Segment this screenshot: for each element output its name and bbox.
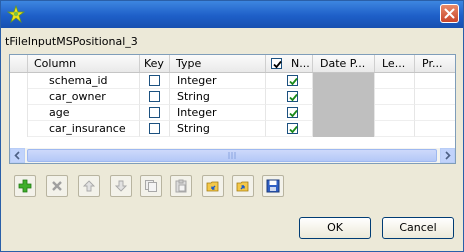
header-date-pattern[interactable]: Date P... (313, 55, 375, 72)
cell-column[interactable]: schema_id (28, 73, 140, 89)
move-up-button[interactable] (78, 175, 100, 197)
header-type[interactable]: Type (170, 55, 266, 72)
cell-length[interactable] (375, 105, 415, 121)
row-marker (10, 89, 28, 105)
paste-icon (175, 179, 187, 193)
close-icon (444, 8, 455, 19)
cell-nullable[interactable] (266, 89, 313, 105)
cell-length[interactable] (375, 121, 415, 137)
cell-precision[interactable] (415, 121, 455, 137)
move-up-icon (82, 180, 96, 192)
save-button[interactable] (262, 175, 284, 197)
header-nullable-checkbox[interactable] (271, 58, 282, 69)
key-checkbox[interactable] (149, 123, 160, 134)
cell-precision[interactable] (415, 89, 455, 105)
chevron-left-icon (14, 151, 20, 160)
cell-type[interactable]: Integer (170, 73, 266, 89)
header-nullable[interactable]: N... (266, 55, 313, 72)
copy-button[interactable] (140, 175, 162, 197)
cell-precision[interactable] (415, 73, 455, 89)
header-column[interactable]: Column (28, 55, 140, 72)
nullable-checkbox[interactable] (287, 75, 298, 86)
table-header: Column Key Type N... Date P... Le... Pr.… (10, 55, 455, 73)
add-icon (18, 179, 32, 193)
cell-key[interactable] (140, 105, 170, 121)
cell-date-pattern (313, 89, 375, 105)
cell-type[interactable]: String (170, 89, 266, 105)
cell-precision[interactable] (415, 105, 455, 121)
scroll-left-button[interactable] (10, 148, 25, 163)
export-schema-icon (236, 181, 249, 192)
cell-type[interactable]: String (170, 121, 266, 137)
table-row[interactable]: age Integer (10, 105, 455, 121)
ok-button[interactable]: OK (299, 217, 371, 239)
dialog-window: tFileInputMSPositional_3 Column Key Type… (0, 0, 464, 252)
paste-button[interactable] (170, 175, 192, 197)
save-icon (266, 179, 280, 193)
cell-key[interactable] (140, 121, 170, 137)
import-schema-icon (206, 181, 219, 192)
cell-nullable[interactable] (266, 121, 313, 137)
import-schema-button[interactable] (202, 175, 224, 197)
cell-date-pattern (313, 105, 375, 121)
row-marker (10, 105, 28, 121)
nullable-checkbox[interactable] (287, 107, 298, 118)
cell-key[interactable] (140, 73, 170, 89)
cell-type[interactable]: Integer (170, 105, 266, 121)
grip-icon (228, 152, 236, 159)
header-length[interactable]: Le... (375, 55, 415, 72)
cancel-button[interactable]: Cancel (382, 217, 454, 239)
header-precision[interactable]: Pr... (415, 55, 455, 72)
key-checkbox[interactable] (149, 107, 160, 118)
component-title: tFileInputMSPositional_3 (5, 35, 138, 48)
cell-nullable[interactable] (266, 73, 313, 89)
header-row-marker (10, 55, 28, 72)
cell-date-pattern (313, 73, 375, 89)
row-marker (10, 73, 28, 89)
row-marker (10, 121, 28, 137)
close-button[interactable] (440, 4, 459, 23)
move-down-icon (114, 180, 128, 192)
scroll-right-button[interactable] (440, 148, 455, 163)
table-row[interactable]: schema_id Integer (10, 73, 455, 89)
cell-nullable[interactable] (266, 105, 313, 121)
cell-key[interactable] (140, 89, 170, 105)
remove-button[interactable] (46, 175, 68, 197)
header-nullable-label: N... (291, 57, 310, 70)
remove-icon (52, 181, 62, 191)
schema-table[interactable]: Column Key Type N... Date P... Le... Pr.… (9, 54, 456, 164)
cell-column[interactable]: car_insurance (28, 121, 140, 137)
copy-icon (145, 180, 157, 192)
key-checkbox[interactable] (149, 75, 160, 86)
title-bar[interactable] (1, 1, 463, 28)
cell-length[interactable] (375, 89, 415, 105)
cell-length[interactable] (375, 73, 415, 89)
cell-column[interactable]: car_owner (28, 89, 140, 105)
key-checkbox[interactable] (149, 91, 160, 102)
chevron-right-icon (445, 151, 451, 160)
cell-date-pattern (313, 121, 375, 137)
horizontal-scrollbar[interactable] (10, 148, 455, 163)
nullable-checkbox[interactable] (287, 123, 298, 134)
cell-column[interactable]: age (28, 105, 140, 121)
talend-star-icon (7, 5, 25, 23)
header-key[interactable]: Key (140, 55, 170, 72)
move-down-button[interactable] (110, 175, 132, 197)
nullable-checkbox[interactable] (287, 91, 298, 102)
table-row[interactable]: car_insurance String (10, 121, 455, 137)
scroll-thumb[interactable] (27, 149, 437, 162)
add-button[interactable] (14, 175, 36, 197)
table-row[interactable]: car_owner String (10, 89, 455, 105)
export-schema-button[interactable] (232, 175, 254, 197)
